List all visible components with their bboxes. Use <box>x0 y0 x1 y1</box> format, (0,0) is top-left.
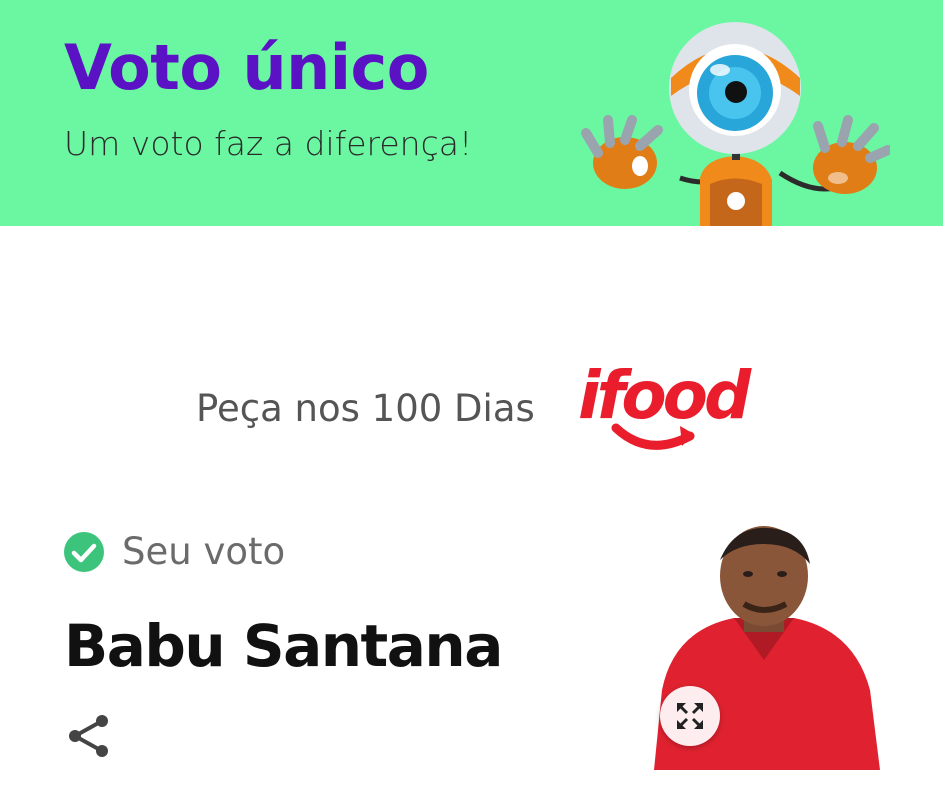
vote-label: Seu voto <box>122 530 286 573</box>
candidate-name: Babu Santana <box>64 612 503 680</box>
ifood-logo[interactable]: ifood <box>568 346 830 470</box>
svg-text:ifood: ifood <box>578 357 752 434</box>
expand-photo-button[interactable] <box>660 686 720 746</box>
header-banner: Voto único Um voto faz a diferença! <box>0 0 943 226</box>
eye-mascot-illustration <box>581 22 890 226</box>
share-icon[interactable] <box>66 712 114 760</box>
banner-subtitle: Um voto faz a diferença! <box>64 124 473 163</box>
check-circle-icon <box>64 532 104 572</box>
expand-icon <box>677 703 703 729</box>
sponsor-text: Peça nos 100 Dias <box>196 387 535 430</box>
banner-title: Voto único <box>64 31 429 104</box>
